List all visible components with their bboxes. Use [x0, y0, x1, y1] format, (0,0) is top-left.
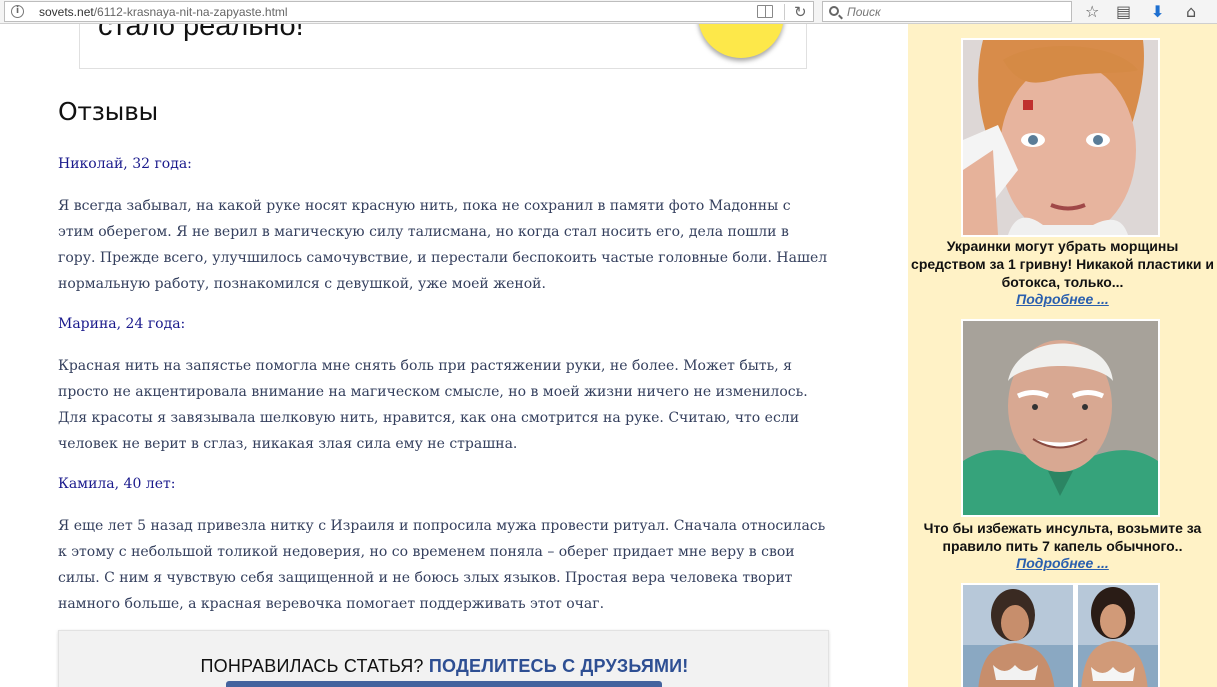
ad-image-beach[interactable] [961, 583, 1160, 687]
toolbar-divider [784, 4, 785, 20]
ad-image-doctor[interactable] [961, 319, 1160, 517]
share-accent: ПОДЕЛИТЕСЬ С ДРУЗЬЯМИ! [428, 656, 689, 676]
banner-text: стало реально! [98, 24, 304, 42]
search-bar[interactable]: Поиск [822, 1, 1072, 22]
address-bar[interactable]: i sovets.net/6112-krasnaya-nit-na-zapyas… [4, 1, 814, 22]
bookmark-star-icon[interactable]: ☆ [1085, 2, 1099, 21]
search-icon [829, 6, 839, 16]
share-prefix: ПОНРАВИЛАСЬ СТАТЬЯ? [200, 656, 424, 676]
review-text: Я еще лет 5 назад привезла нитку с Израи… [58, 518, 826, 612]
ad-more-link[interactable]: Подробнее ... [908, 291, 1217, 307]
url-text[interactable]: sovets.net/6112-krasnaya-nit-na-zapyaste… [39, 5, 288, 19]
reading-list-icon[interactable]: ▤ [1116, 2, 1131, 21]
share-box: ПОНРАВИЛАСЬ СТАТЬЯ? ПОДЕЛИТЕСЬ С ДРУЗЬЯМ… [58, 630, 829, 687]
reader-view-icon[interactable] [757, 5, 773, 18]
woman-photo [963, 40, 1158, 235]
reviews-heading: Отзывы [58, 97, 158, 126]
review-text: Красная нить на запястье помогла мне сня… [58, 358, 808, 452]
ad-more-link[interactable]: Подробнее ... [908, 555, 1217, 571]
top-banner-ad[interactable]: стало реально! [79, 24, 807, 69]
ad-title[interactable]: Что бы избежать инсульта, возьмите за пр… [908, 519, 1217, 555]
browser-toolbar: i sovets.net/6112-krasnaya-nit-na-zapyas… [0, 0, 1217, 24]
sidebar-ads: Украинки могут убрать морщины средством … [908, 24, 1217, 687]
info-icon[interactable]: i [11, 5, 24, 18]
review-author: Марина, 24 года: [58, 316, 186, 332]
share-button[interactable] [226, 681, 662, 687]
review-author: Камила, 40 лет: [58, 476, 176, 492]
home-icon[interactable]: ⌂ [1186, 2, 1196, 21]
banner-yellow-circle [698, 24, 784, 58]
ad-image-woman[interactable] [961, 38, 1160, 237]
download-icon[interactable]: ⬇ [1151, 2, 1164, 21]
ad-title[interactable]: Украинки могут убрать морщины средством … [908, 237, 1217, 291]
review-author: Николай, 32 года: [58, 156, 192, 172]
beach-photo [963, 585, 1158, 687]
review-text: Я всегда забывал, на какой руке носят кр… [58, 198, 828, 292]
search-input[interactable]: Поиск [847, 5, 881, 19]
doctor-photo [963, 321, 1158, 515]
share-title: ПОНРАВИЛАСЬ СТАТЬЯ? ПОДЕЛИТЕСЬ С ДРУЗЬЯМ… [59, 656, 830, 677]
reload-icon[interactable]: ↻ [794, 3, 807, 21]
